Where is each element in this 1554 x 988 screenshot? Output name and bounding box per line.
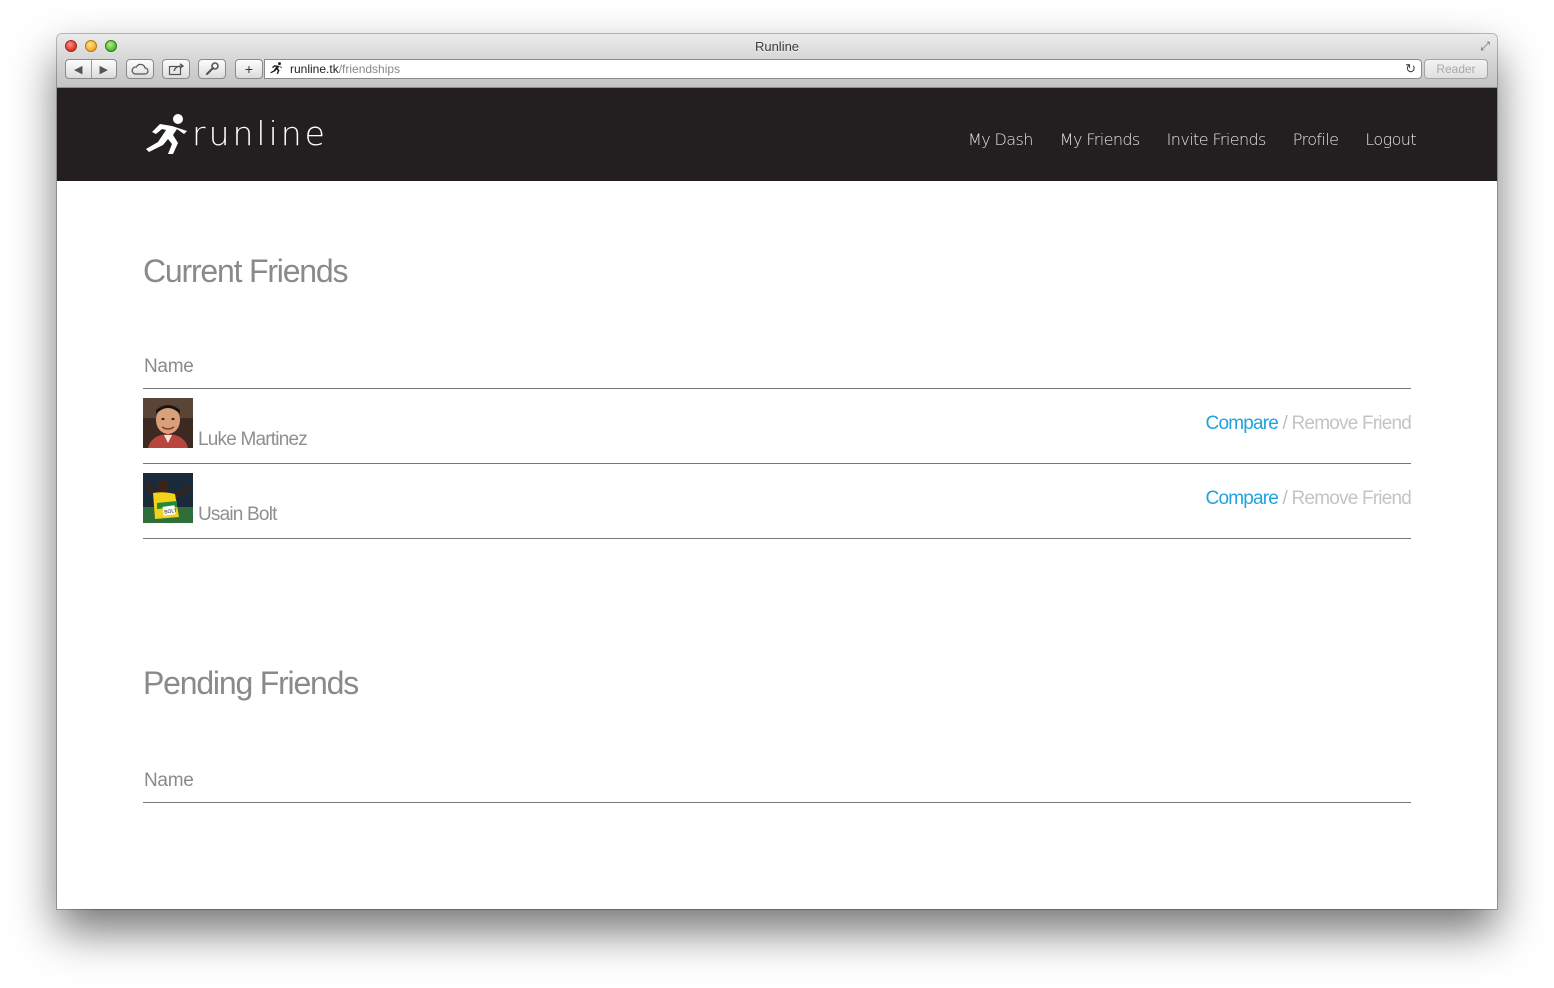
avatar[interactable]: BOLT [143,473,193,523]
icloud-tabs-button[interactable] [126,59,154,79]
share-button[interactable] [162,59,190,79]
nav-my-dash[interactable]: My Dash [968,130,1033,149]
tools-button[interactable] [198,59,226,79]
forward-button[interactable]: ▶ [90,60,117,78]
avatar[interactable] [143,398,193,448]
browser-toolbar: Runline ⤢ ◀ ▶ + runline.tk/friendships ↻… [57,34,1497,88]
runner-logo-icon [146,113,187,154]
wrench-icon [205,62,219,76]
back-forward-buttons: ◀ ▶ [65,59,117,79]
friend-row: Luke Martinez Compare / Remove Friend [143,389,1412,464]
fullscreen-icon[interactable]: ⤢ [1478,39,1492,53]
reload-icon[interactable]: ↻ [1405,60,1416,78]
action-separator: / [1278,413,1292,434]
action-separator: / [1278,488,1292,509]
friend-photo-luke [143,398,193,448]
friend-row: BOLT Usain Bolt Compare / Remove Friend [143,464,1412,539]
compare-link[interactable]: Compare [1206,413,1279,434]
nav-logout[interactable]: Logout [1365,130,1416,149]
friend-name[interactable]: Luke Martinez [198,429,308,451]
friend-actions: Compare / Remove Friend [1206,488,1412,510]
forward-arrow-icon: ▶ [99,63,108,76]
share-icon [168,62,184,75]
url-host: runline.tk [290,62,339,76]
compare-link[interactable]: Compare [1206,488,1279,509]
back-arrow-icon: ◀ [74,63,83,76]
back-button[interactable]: ◀ [66,60,91,78]
reader-button[interactable]: Reader [1424,59,1488,79]
nav-profile[interactable]: Profile [1293,130,1339,149]
name-column-header: Name [143,354,1411,389]
window-title: Runline [754,39,800,54]
site-header: runline My Dash My Friends Invite Friend… [57,88,1497,181]
current-friends-title: Current Friends [143,253,349,289]
cloud-icon [131,63,149,75]
logo-text: runline [192,114,328,153]
friend-photo-usain: BOLT [143,473,193,523]
browser-window: Runline ⤢ ◀ ▶ + runline.tk/friendships ↻… [57,34,1497,909]
pending-friends-table: Name [143,768,1411,803]
runner-favicon-icon [269,61,283,80]
address-bar[interactable]: runline.tk/friendships ↻ [264,59,1422,79]
main-nav: My Dash My Friends Invite Friends Profil… [968,130,1417,149]
pending-friends-title: Pending Friends [143,665,359,701]
friend-name[interactable]: Usain Bolt [198,504,277,526]
remove-friend-link[interactable]: Remove Friend [1292,413,1412,434]
url-path: /friendships [338,62,401,76]
nav-my-friends[interactable]: My Friends [1060,130,1141,149]
site-logo[interactable]: runline [142,112,328,156]
new-tab-button[interactable]: + [235,59,263,79]
current-friends-table: Name Luke Martinez Compare / Remove Frie… [143,354,1412,539]
nav-invite-friends[interactable]: Invite Friends [1167,130,1267,149]
url-text: runline.tk/friendships [290,60,400,78]
friend-actions: Compare / Remove Friend [1206,413,1412,435]
remove-friend-link[interactable]: Remove Friend [1292,488,1412,509]
name-column-header: Name [143,768,1411,803]
